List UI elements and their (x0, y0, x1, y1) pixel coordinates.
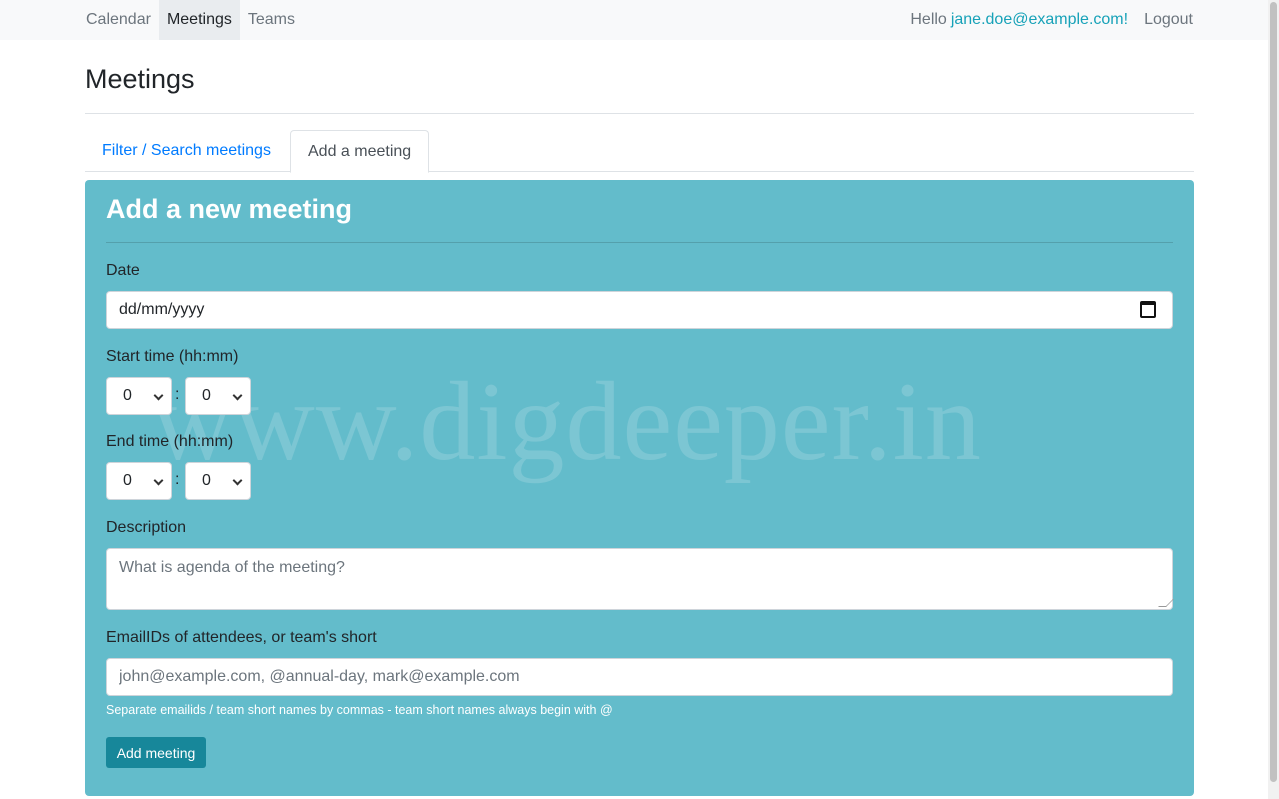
description-wrapper (85, 548, 1194, 610)
nav-calendar[interactable]: Calendar (78, 0, 159, 40)
title-divider (85, 113, 1194, 114)
nav-meetings[interactable]: Meetings (158, 0, 240, 40)
chevron-down-icon (153, 475, 164, 486)
add-meeting-card: www.digdeeper.in Add a new meeting Date … (85, 180, 1194, 796)
start-hour-value: 0 (123, 387, 132, 404)
attendees-input[interactable] (106, 658, 1173, 696)
start-time-label: Start time (hh:mm) (106, 348, 239, 365)
description-label: Description (106, 519, 187, 536)
form-divider (106, 242, 1173, 243)
logout-link[interactable]: Logout (1144, 11, 1193, 29)
date-input[interactable]: dd/mm/yyyy (106, 291, 1173, 329)
attendees-label: EmailIDs of attendees, or team's short (106, 629, 377, 646)
nav-links: Calendar Meetings Teams (78, 0, 303, 40)
tab-add-meeting[interactable]: Add a meeting (290, 130, 430, 173)
end-time-separator: : (175, 471, 180, 488)
page-title: Meetings (85, 64, 195, 94)
top-navbar: Calendar Meetings Teams Hello jane.doe@e… (0, 0, 1268, 40)
start-minute-value: 0 (202, 387, 211, 404)
nav-user-area: Hello jane.doe@example.com! Logout (910, 0, 1193, 40)
chevron-down-icon (153, 390, 164, 401)
date-value: dd/mm/yyyy (119, 301, 205, 318)
chevron-down-icon (232, 390, 243, 401)
nav-teams[interactable]: Teams (240, 0, 303, 40)
meeting-tabs: Filter / Search meetings Add a meeting (85, 130, 1194, 173)
date-label: Date (106, 262, 140, 279)
description-textarea[interactable] (106, 548, 1173, 610)
start-minute-select[interactable]: 0 (185, 377, 251, 415)
calendar-icon[interactable] (1140, 301, 1156, 318)
chevron-down-icon (232, 475, 243, 486)
end-minute-select[interactable]: 0 (185, 462, 251, 500)
end-hour-value: 0 (123, 472, 132, 489)
start-hour-select[interactable]: 0 (106, 377, 172, 415)
attendees-help-text: Separate emailids / team short names by … (106, 703, 613, 717)
scrollbar-thumb[interactable] (1270, 2, 1277, 782)
page-scrollbar[interactable] (1268, 0, 1279, 799)
end-hour-select[interactable]: 0 (106, 462, 172, 500)
add-meeting-button[interactable]: Add meeting (106, 737, 206, 768)
end-time-label: End time (hh:mm) (106, 433, 234, 450)
watermark: www.digdeeper.in (152, 360, 982, 484)
user-email-link[interactable]: jane.doe@example.com! (951, 11, 1128, 29)
start-time-separator: : (175, 386, 180, 403)
form-title: Add a new meeting (106, 194, 353, 224)
tab-filter-search[interactable]: Filter / Search meetings (85, 130, 288, 172)
end-minute-value: 0 (202, 472, 211, 489)
greeting-text: Hello (910, 11, 947, 28)
